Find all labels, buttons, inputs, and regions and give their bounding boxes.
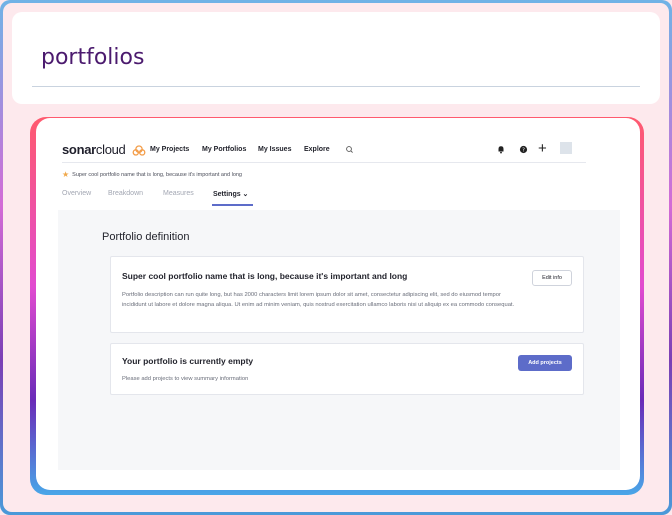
plus-icon[interactable]: + (538, 140, 547, 157)
empty-heading: Your portfolio is currently empty (122, 356, 254, 366)
slide-title: portfolios (41, 45, 145, 70)
main-content (58, 210, 620, 470)
breadcrumb[interactable]: ★ Super cool portfolio name that is long,… (62, 170, 242, 179)
avatar[interactable] (560, 142, 572, 154)
empty-message: Please add projects to view summary info… (122, 376, 249, 382)
nav-explore[interactable]: Explore (304, 146, 330, 153)
sonarcloud-logo-icon (132, 145, 146, 156)
svg-text:?: ? (522, 148, 525, 154)
section-title: Portfolio definition (102, 231, 190, 243)
tab-breakdown[interactable]: Breakdown (108, 190, 143, 197)
title-divider (32, 86, 640, 87)
help-icon[interactable]: ? (519, 145, 528, 154)
nav-my-portfolios[interactable]: My Portfolios (202, 146, 246, 153)
add-projects-button[interactable]: Add projects (518, 355, 572, 371)
top-navigation: sonarcloud My Projects My Portfolios My … (36, 118, 640, 163)
portfolio-definition-card: Super cool portfolio name that is long, … (110, 256, 584, 333)
tab-measures[interactable]: Measures (163, 190, 194, 197)
portfolio-description: Portfolio description can run quite long… (122, 292, 515, 308)
sonarcloud-logo[interactable]: sonarcloud (62, 142, 146, 157)
breadcrumb-portfolio-name: Super cool portfolio name that is long, … (72, 172, 242, 178)
nav-my-projects[interactable]: My Projects (150, 146, 189, 153)
active-tab-indicator (212, 204, 253, 206)
logo-bold-text: sonar (62, 142, 96, 157)
tab-settings[interactable]: Settings ⌄ (213, 190, 248, 198)
empty-portfolio-card: Your portfolio is currently empty Please… (110, 343, 584, 395)
logo-light-text: cloud (95, 142, 126, 157)
tab-overview[interactable]: Overview (62, 190, 91, 197)
edit-info-button[interactable]: Edit info (532, 270, 572, 286)
nav-my-issues[interactable]: My Issues (258, 146, 291, 153)
star-icon[interactable]: ★ (62, 170, 69, 179)
portfolio-name: Super cool portfolio name that is long, … (122, 271, 408, 281)
app-screenshot: sonarcloud My Projects My Portfolios My … (36, 118, 640, 490)
title-card: portfolios (12, 12, 660, 104)
search-icon[interactable] (345, 145, 355, 155)
bell-icon[interactable] (497, 145, 505, 154)
topbar-divider (62, 162, 586, 163)
